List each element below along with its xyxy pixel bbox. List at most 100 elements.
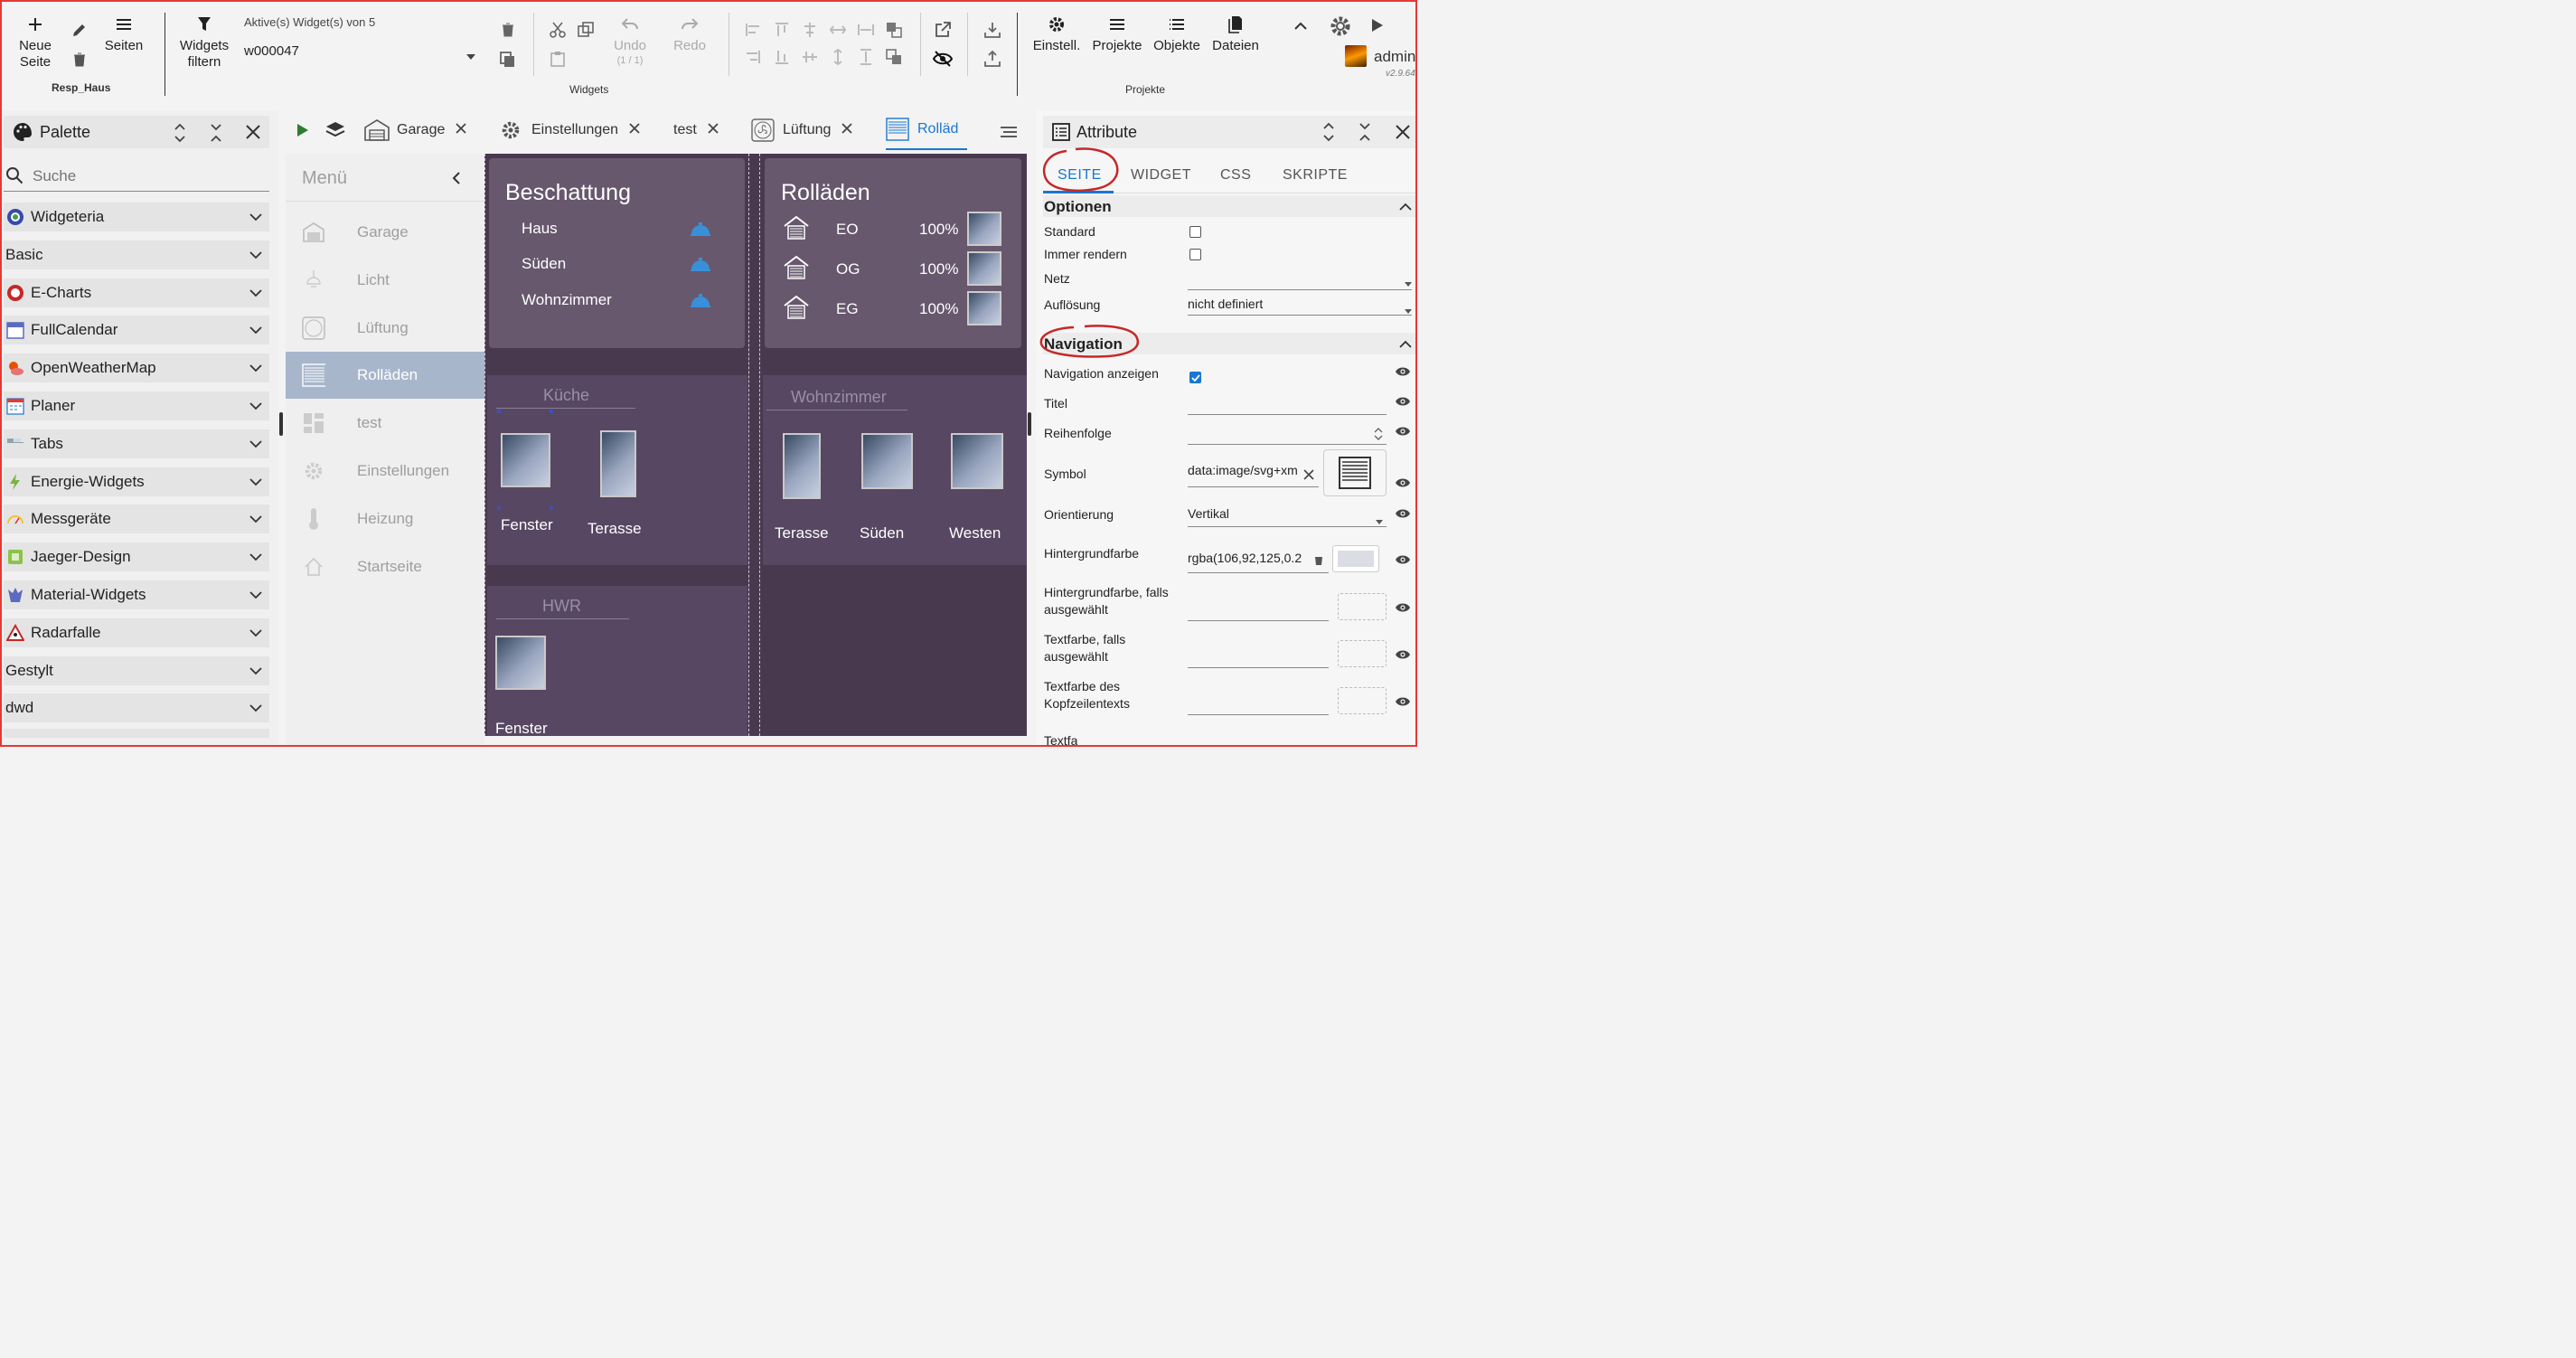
eye-icon[interactable]: [1395, 553, 1411, 566]
symbol-preview[interactable]: [1323, 449, 1387, 496]
eye-icon[interactable]: [1395, 695, 1411, 708]
window-widget[interactable]: [951, 433, 1003, 489]
equal-width-icon[interactable]: [856, 20, 876, 40]
pages-button[interactable]: Seiten: [101, 14, 146, 54]
door-widget[interactable]: [600, 430, 636, 497]
rollaeden-row[interactable]: EO 100%: [783, 212, 1009, 248]
close-icon[interactable]: [246, 125, 260, 144]
gear-large-icon[interactable]: [1329, 14, 1352, 38]
trash-icon[interactable]: [1313, 553, 1324, 571]
redo-button[interactable]: Redo: [667, 14, 712, 54]
options-section-header[interactable]: Optionen: [1043, 195, 1417, 217]
palette-category-gestylt[interactable]: Gestylt: [4, 655, 269, 685]
distribute-vertical-icon[interactable]: [828, 47, 848, 67]
bring-front-icon[interactable]: [884, 20, 904, 40]
widget-select[interactable]: w000047: [244, 34, 479, 67]
palette-category-radarfalle[interactable]: Radarfalle: [4, 618, 269, 647]
tab-lueftung[interactable]: Lüftung: [751, 110, 853, 150]
menu-item-licht[interactable]: Licht: [286, 257, 484, 304]
close-tab-icon[interactable]: [708, 122, 719, 138]
tab-skripte[interactable]: SKRIPTE: [1283, 167, 1348, 184]
window-widget[interactable]: [967, 251, 1001, 286]
palette-category-basic[interactable]: Basic: [4, 240, 269, 269]
align-bottom-icon[interactable]: [772, 47, 792, 67]
distribute-horizontal-icon[interactable]: [828, 20, 848, 40]
selection-handle[interactable]: [497, 410, 501, 413]
palette-category-material-widgets[interactable]: Material-Widgets: [4, 580, 269, 609]
header-text-color-swatch[interactable]: [1338, 687, 1387, 714]
equal-height-icon[interactable]: [856, 47, 876, 67]
scissors-icon[interactable]: [548, 20, 568, 40]
copy-icon[interactable]: [498, 50, 518, 70]
expand-all-icon[interactable]: [174, 123, 186, 147]
align-middle-icon[interactable]: [800, 47, 820, 67]
run-icon[interactable]: [296, 123, 309, 142]
window-widget[interactable]: [495, 636, 546, 690]
eye-icon[interactable]: [1395, 648, 1411, 661]
close-tab-icon[interactable]: [456, 122, 467, 138]
selection-handle[interactable]: [497, 506, 501, 510]
align-top-icon[interactable]: [772, 20, 792, 40]
tabs-menu-icon[interactable]: [1000, 126, 1018, 143]
palette-category-planer[interactable]: Planer: [4, 391, 269, 420]
order-input[interactable]: [1188, 423, 1387, 445]
tab-css[interactable]: CSS: [1220, 167, 1251, 184]
files-button[interactable]: Dateien: [1209, 14, 1262, 54]
close-tab-icon[interactable]: [841, 122, 853, 138]
beschattung-row[interactable]: Süden: [522, 255, 711, 280]
user-avatar[interactable]: [1345, 45, 1367, 67]
palette-category-openweathermap[interactable]: OpenWeatherMap: [4, 354, 269, 383]
selection-handle[interactable]: [550, 410, 553, 413]
undo-button[interactable]: Undo (1 / 1): [607, 14, 653, 67]
menu-item-garage[interactable]: Garage: [286, 209, 484, 256]
rollaeden-row[interactable]: EG 100%: [783, 291, 1009, 327]
menu-item-startseite[interactable]: Startseite: [286, 543, 484, 590]
standard-checkbox[interactable]: [1189, 226, 1201, 238]
close-tab-icon[interactable]: [629, 122, 640, 138]
close-icon[interactable]: [1396, 125, 1410, 144]
eye-icon[interactable]: [1395, 507, 1411, 520]
palette-category-widgeteria[interactable]: Widgeteria: [4, 203, 269, 231]
header-text-color-input[interactable]: [1188, 693, 1329, 714]
eye-icon[interactable]: [1395, 601, 1411, 614]
bell-icon[interactable]: [690, 293, 711, 312]
tab-test[interactable]: test: [673, 110, 719, 150]
eye-off-icon[interactable]: [933, 49, 953, 69]
palette-category-dwd[interactable]: dwd: [4, 693, 269, 723]
paste-icon[interactable]: [548, 49, 568, 69]
bg-selected-input[interactable]: [1188, 599, 1329, 620]
edit-icon[interactable]: [70, 20, 89, 40]
send-back-icon[interactable]: [884, 47, 904, 67]
tab-widget[interactable]: WIDGET: [1131, 167, 1191, 184]
bell-icon[interactable]: [690, 222, 711, 240]
eye-icon[interactable]: [1395, 476, 1411, 489]
tab-garage[interactable]: Garage: [363, 110, 467, 150]
palette-category-energie-widgets[interactable]: Energie-Widgets: [4, 467, 269, 496]
text-selected-swatch[interactable]: [1338, 640, 1387, 667]
duplicate-icon[interactable]: [576, 20, 596, 40]
export-icon[interactable]: [982, 49, 1002, 69]
align-right-icon[interactable]: [743, 47, 763, 67]
tab-rollaeden[interactable]: Rolläd: [886, 110, 967, 150]
search-input[interactable]: [33, 165, 259, 188]
eye-icon[interactable]: [1395, 395, 1411, 408]
layers-icon[interactable]: [325, 121, 345, 144]
objects-button[interactable]: Objekte: [1150, 14, 1204, 54]
window-widget[interactable]: [967, 291, 1001, 325]
beschattung-row[interactable]: Haus: [522, 220, 711, 245]
expand-all-icon[interactable]: [1322, 122, 1335, 146]
always-render-checkbox[interactable]: [1189, 249, 1201, 260]
symbol-input[interactable]: data:image/svg+xm: [1188, 463, 1316, 485]
palette-search[interactable]: [4, 161, 269, 192]
background-color-swatch[interactable]: [1332, 545, 1379, 572]
clear-icon[interactable]: [1303, 468, 1314, 485]
palette-category-e-charts[interactable]: E-Charts: [4, 278, 269, 307]
door-widget[interactable]: [783, 433, 821, 499]
rollaeden-row[interactable]: OG 100%: [783, 251, 1009, 288]
palette-category-messger-te[interactable]: Messgeräte: [4, 505, 269, 534]
palette-category-tabs[interactable]: Tabs: [4, 429, 269, 458]
projects-button[interactable]: Projekte: [1090, 14, 1144, 54]
menu-item-lueftung[interactable]: Lüftung: [286, 305, 484, 352]
resolution-select[interactable]: nicht definiert: [1188, 295, 1412, 316]
title-input[interactable]: [1188, 392, 1387, 414]
